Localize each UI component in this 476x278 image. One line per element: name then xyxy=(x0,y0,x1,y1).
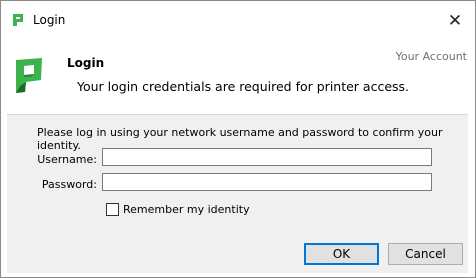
title-bar: Login ✕ xyxy=(1,1,475,41)
cancel-button[interactable]: Cancel xyxy=(388,243,463,265)
account-label: Your Account xyxy=(395,50,467,63)
username-label: Username: xyxy=(37,153,97,166)
window-title: Login xyxy=(33,13,66,27)
dialog-header: Login Your login credentials are require… xyxy=(1,41,475,109)
login-form-panel: Please log in using your network usernam… xyxy=(7,114,468,273)
login-dialog: Login ✕ Login Your login credentials are… xyxy=(0,0,476,278)
password-label: Password: xyxy=(41,178,97,191)
close-button[interactable]: ✕ xyxy=(435,1,475,41)
header-title: Login xyxy=(67,56,105,70)
password-input[interactable] xyxy=(102,173,432,191)
remember-identity-label[interactable]: Remember my identity xyxy=(123,203,250,216)
header-description: Your login credentials are required for … xyxy=(77,79,410,94)
papercut-app-icon xyxy=(12,13,24,27)
remember-identity-checkbox[interactable] xyxy=(106,203,119,216)
papercut-logo-icon xyxy=(13,56,45,94)
ok-button[interactable]: OK xyxy=(304,243,379,265)
username-input[interactable] xyxy=(102,148,432,166)
close-icon: ✕ xyxy=(447,11,463,31)
